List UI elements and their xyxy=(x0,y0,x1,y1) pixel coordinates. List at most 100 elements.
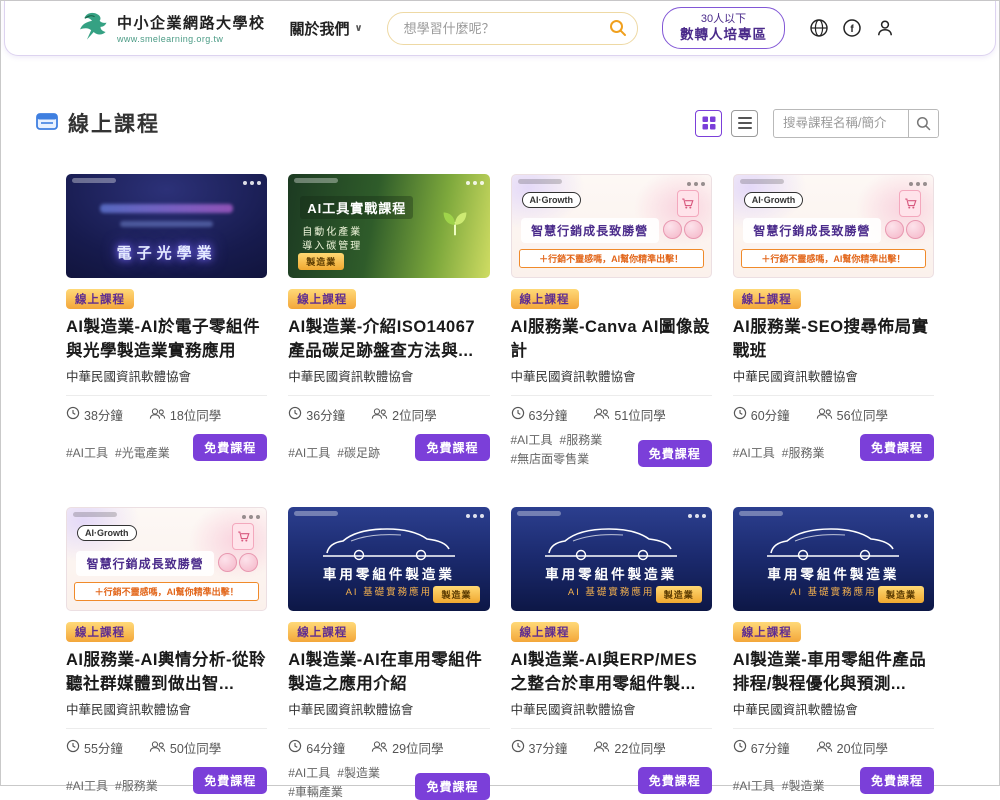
course-provider: 中華民國資訊軟體協會 xyxy=(66,366,267,385)
course-footer: 免費課程 xyxy=(511,764,712,794)
thumb-window-chrome xyxy=(733,507,934,520)
students-icon xyxy=(593,407,610,423)
decorative-sticker xyxy=(906,220,925,239)
thumb-industry-badge: 製造業 xyxy=(656,586,702,603)
thumb-industry-badge: 製造業 xyxy=(878,586,924,603)
course-card[interactable]: AI工具實戰課程 自動化產業 導入碳管理 製造業 線上課程 AI製造業-介紹IS… xyxy=(288,174,489,467)
site-logo[interactable]: 中小企業網路大學校 www.smelearning.org.tw xyxy=(75,10,266,47)
tag[interactable]: #碳足跡 xyxy=(337,444,380,461)
tag[interactable]: #服務業 xyxy=(560,431,603,448)
shopping-cart-icon xyxy=(677,190,699,217)
free-course-button[interactable]: 免費課程 xyxy=(638,767,712,794)
free-course-button[interactable]: 免費課程 xyxy=(638,440,712,467)
nav-about-menu[interactable]: 關於我們 ∨ xyxy=(290,18,363,39)
course-card[interactable]: 電子光學業 線上課程 AI製造業-AI於電子零組件與光學製造業實務應用 中華民國… xyxy=(66,174,267,467)
course-thumbnail[interactable]: AI·Growth 智慧行銷成長致勝營 ＋行銷不靈感嗎，AI幫你精準出擊！ xyxy=(733,174,934,278)
user-account-icon[interactable] xyxy=(875,18,895,38)
course-provider: 中華民國資訊軟體協會 xyxy=(733,699,934,718)
tag[interactable]: #AI工具 xyxy=(733,444,775,461)
tag[interactable]: #AI工具 xyxy=(511,431,553,448)
decorative-sticker xyxy=(239,553,258,572)
shopping-cart-icon xyxy=(232,523,254,550)
clock-icon xyxy=(288,406,302,423)
thumb-banner: ＋行銷不靈感嗎，AI幫你精準出擊！ xyxy=(519,249,704,268)
tag[interactable]: #無店面零售業 xyxy=(511,450,590,467)
course-thumbnail[interactable]: AI·Growth 智慧行銷成長致勝營 ＋行銷不靈感嗎，AI幫你精準出擊！ xyxy=(66,507,267,611)
course-title[interactable]: AI製造業-AI於電子零組件與光學製造業實務應用 xyxy=(66,315,267,363)
free-course-button[interactable]: 免費課程 xyxy=(193,434,267,461)
free-course-button[interactable]: 免費課程 xyxy=(860,434,934,461)
course-search-input[interactable] xyxy=(774,116,908,130)
students-icon xyxy=(593,740,610,756)
decorative-glow-line xyxy=(100,204,233,213)
thumb-headline: 智慧行銷成長致勝營 xyxy=(743,218,881,243)
course-footer: #AI工具 #製造業 #車輛產業 免費課程 xyxy=(288,764,489,800)
course-card[interactable]: 車用零組件製造業 AI 基礎實務應用 製造業 線上課程 AI製造業-車用零組件產… xyxy=(733,507,934,800)
course-thumbnail[interactable]: AI工具實戰課程 自動化產業 導入碳管理 製造業 xyxy=(288,174,489,278)
header-search-input[interactable] xyxy=(404,21,609,36)
header-icons: f xyxy=(809,18,895,38)
thumb-industry-badge: 製造業 xyxy=(433,586,479,603)
course-title[interactable]: AI製造業-車用零組件產品排程/製程優化與預測... xyxy=(733,648,934,696)
course-title[interactable]: AI服務業-SEO搜尋佈局實戰班 xyxy=(733,315,934,363)
course-tags: #AI工具 #碳足跡 xyxy=(288,444,380,461)
tag[interactable]: #AI工具 xyxy=(66,444,108,461)
course-type-badge: 線上課程 xyxy=(66,289,134,309)
free-course-button[interactable]: 免費課程 xyxy=(415,434,489,461)
course-title[interactable]: AI製造業-介紹ISO14067產品碳足跡盤查方法與... xyxy=(288,315,489,363)
course-title[interactable]: AI服務業-AI輿情分析-從聆聽社群媒體到做出智... xyxy=(66,648,267,696)
thumb-window-chrome xyxy=(66,174,267,187)
course-search-button[interactable] xyxy=(908,110,938,137)
header-search xyxy=(387,12,638,45)
course-thumbnail[interactable]: 車用零組件製造業 AI 基礎實務應用 製造業 xyxy=(733,507,934,611)
free-course-button[interactable]: 免費課程 xyxy=(860,767,934,794)
course-thumbnail[interactable]: AI·Growth 智慧行銷成長致勝營 ＋行銷不靈感嗎，AI幫你精準出擊！ xyxy=(511,174,712,278)
course-title[interactable]: AI製造業-AI在車用零組件製造之應用介紹 xyxy=(288,648,489,696)
globe-icon[interactable] xyxy=(809,18,829,38)
course-type-badge: 線上課程 xyxy=(288,622,356,642)
course-meta: 63分鐘 51位同學 xyxy=(511,395,712,424)
course-provider: 中華民國資訊軟體協會 xyxy=(511,699,712,718)
thumb-speech-bubble: AI·Growth xyxy=(522,192,582,208)
course-title[interactable]: AI服務業-Canva AI圖像設計 xyxy=(511,315,712,363)
course-provider: 中華民國資訊軟體協會 xyxy=(288,699,489,718)
course-footer: #AI工具 #碳足跡 免費課程 xyxy=(288,431,489,461)
decorative-sticker xyxy=(218,553,237,572)
course-thumbnail[interactable]: 電子光學業 xyxy=(66,174,267,278)
free-course-button[interactable]: 免費課程 xyxy=(193,767,267,794)
tag[interactable]: #服務業 xyxy=(782,444,825,461)
course-thumbnail[interactable]: 車用零組件製造業 AI 基礎實務應用 製造業 xyxy=(511,507,712,611)
thumb-window-chrome xyxy=(512,175,711,188)
tag[interactable]: #AI工具 xyxy=(288,764,330,781)
course-title[interactable]: AI製造業-AI與ERP/MES之整合於車用零組件製... xyxy=(511,648,712,696)
thumb-window-chrome xyxy=(67,508,266,521)
courses-icon xyxy=(35,110,59,137)
list-view-button[interactable] xyxy=(731,110,758,137)
thumb-headline: 智慧行銷成長致勝營 xyxy=(521,218,659,243)
tag[interactable]: #AI工具 xyxy=(288,444,330,461)
course-meta: 55分鐘 50位同學 xyxy=(66,728,267,757)
course-card[interactable]: 車用零組件製造業 AI 基礎實務應用 製造業 線上課程 AI製造業-AI在車用零… xyxy=(288,507,489,800)
course-card[interactable]: 車用零組件製造業 AI 基礎實務應用 製造業 線上課程 AI製造業-AI與ERP… xyxy=(511,507,712,800)
digital-transformation-zone-button[interactable]: 30人以下 數轉人培專區 xyxy=(662,7,785,49)
tag[interactable]: #製造業 xyxy=(337,764,380,781)
course-card[interactable]: AI·Growth 智慧行銷成長致勝營 ＋行銷不靈感嗎，AI幫你精準出擊！ 線上… xyxy=(733,174,934,467)
tag[interactable]: #光電產業 xyxy=(115,444,170,461)
free-course-button[interactable]: 免費課程 xyxy=(415,773,489,800)
grid-view-button[interactable] xyxy=(695,110,722,137)
search-icon[interactable] xyxy=(609,19,627,37)
course-type-badge: 線上課程 xyxy=(733,622,801,642)
course-card[interactable]: AI·Growth 智慧行銷成長致勝營 ＋行銷不靈感嗎，AI幫你精準出擊！ 線上… xyxy=(511,174,712,467)
thumb-headline: 電子光學業 xyxy=(66,242,267,263)
course-students: 22位同學 xyxy=(614,738,665,757)
course-students: 56位同學 xyxy=(837,405,888,424)
course-card[interactable]: AI·Growth 智慧行銷成長致勝營 ＋行銷不靈感嗎，AI幫你精準出擊！ 線上… xyxy=(66,507,267,800)
facebook-icon[interactable]: f xyxy=(842,18,862,38)
chevron-down-icon: ∨ xyxy=(355,23,363,34)
course-thumbnail[interactable]: 車用零組件製造業 AI 基礎實務應用 製造業 xyxy=(288,507,489,611)
course-provider: 中華民國資訊軟體協會 xyxy=(66,699,267,718)
course-tags: #AI工具 #服務業 #無店面零售業 xyxy=(511,431,629,467)
clock-icon xyxy=(733,406,747,423)
thumb-headline: 車用零組件製造業 xyxy=(288,563,489,583)
course-students: 18位同學 xyxy=(170,405,221,424)
